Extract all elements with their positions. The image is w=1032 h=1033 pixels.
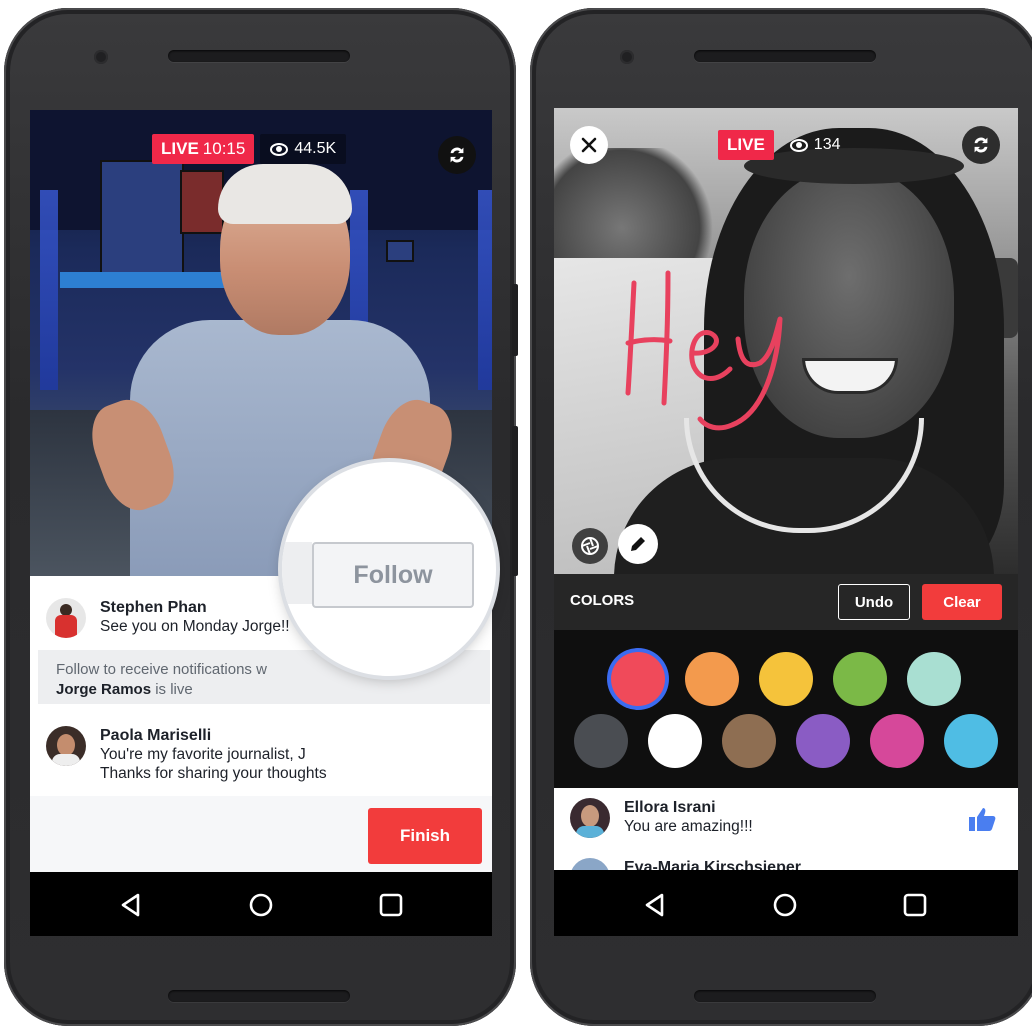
color-swatch-orange[interactable] (685, 652, 739, 706)
home-icon[interactable] (248, 892, 274, 918)
right-screen: LIVE 134 COLORS Undo Clear Ellora Israni… (554, 108, 1018, 936)
color-swatch-blue[interactable] (944, 714, 998, 768)
comment-text: See you on Monday Jorge!! (100, 618, 290, 635)
comment-text: Thanks for sharing your thoughts (100, 765, 327, 782)
hey-drawing (625, 270, 783, 431)
rotate-arrows-icon (974, 137, 988, 153)
color-swatch-brown[interactable] (722, 714, 776, 768)
rotate-arrows-icon (450, 147, 464, 163)
color-swatch-green[interactable] (833, 652, 887, 706)
live-badge: LIVE 10:15 (152, 134, 255, 164)
android-nav-bar (30, 874, 492, 936)
live-badge: LIVE (718, 130, 774, 160)
avatar (46, 726, 86, 766)
home-icon[interactable] (772, 892, 798, 918)
viewer-count: 134 (780, 130, 851, 160)
eye-icon (789, 138, 808, 152)
presenter-hair (218, 164, 352, 224)
close-button[interactable] (570, 126, 608, 164)
volume-button (512, 426, 518, 576)
comment-text: You're my favorite journalist, J (100, 746, 306, 763)
finish-button[interactable]: Finish (368, 808, 482, 864)
close-icon (581, 137, 597, 153)
back-icon[interactable] (642, 892, 668, 918)
live-selfie-video (554, 108, 1018, 574)
drawing-toolbar: COLORS Undo Clear (554, 574, 1018, 630)
aperture-icon (581, 537, 599, 555)
comment-item: Ellora Israni You are amazing!!! (570, 798, 753, 838)
live-label: LIVE (727, 135, 765, 154)
color-swatch-purple[interactable] (796, 714, 850, 768)
follow-notice-text: Follow to receive notifications w (56, 661, 267, 678)
follow-notice-suffix: is live (151, 681, 193, 698)
avatar (570, 858, 610, 870)
android-nav-bar (554, 874, 1018, 936)
live-time: 10:15 (202, 139, 246, 158)
colors-label: COLORS (570, 592, 635, 609)
right-phone: LIVE 134 COLORS Undo Clear Ellora Israni… (530, 8, 1032, 1026)
front-camera (94, 50, 108, 64)
color-swatch-white[interactable] (648, 714, 702, 768)
viewer-count: 44.5K (260, 134, 347, 164)
switch-camera-button[interactable] (438, 136, 476, 174)
left-phone: LIVE 10:15 44.5K Stephen Phan See you on … (4, 8, 518, 1026)
comment-item: Stephen Phan See you on Monday Jorge!! (46, 598, 290, 638)
comment-author: Ellora Israni (624, 799, 716, 816)
clear-button[interactable]: Clear (922, 584, 1002, 620)
viewer-count-value: 134 (813, 136, 841, 153)
studio-light (478, 190, 492, 390)
comment-author: Paola Mariselli (100, 727, 212, 744)
comment-item: Paola Mariselli You're my favorite journ… (46, 726, 327, 783)
comments-panel: Ellora Israni You are amazing!!! Eva-Mar… (554, 788, 1018, 870)
bottom-action-bar: Finish (30, 796, 492, 872)
comment-author: Stephen Phan (100, 599, 207, 616)
follow-magnifier: Follow (282, 462, 496, 676)
recent-apps-icon[interactable] (378, 892, 404, 918)
comment-text: You are amazing!!! (624, 818, 753, 835)
undo-button[interactable]: Undo (838, 584, 910, 620)
switch-camera-button[interactable] (962, 126, 1000, 164)
live-indicator: LIVE 134 (718, 130, 851, 160)
top-speaker (694, 50, 876, 62)
color-swatch-gray[interactable] (574, 714, 628, 768)
color-palette (554, 630, 1018, 788)
follow-button[interactable]: Follow (312, 542, 474, 608)
front-camera (620, 50, 634, 64)
power-button (512, 284, 518, 356)
color-swatch-red[interactable] (611, 652, 665, 706)
bottom-speaker (168, 990, 350, 1002)
color-swatch-pink[interactable] (870, 714, 924, 768)
follow-notice-name: Jorge Ramos (56, 681, 152, 698)
eye-icon (270, 142, 289, 156)
viewer-count-value: 44.5K (294, 140, 337, 157)
comment-author: Eva-Maria Kirschsieper (624, 859, 801, 870)
recent-apps-icon[interactable] (902, 892, 928, 918)
studio-light (40, 190, 58, 390)
avatar (570, 798, 610, 838)
comment-item: Eva-Maria Kirschsieper (570, 858, 801, 870)
pencil-icon (631, 537, 645, 551)
bottom-speaker (694, 990, 876, 1002)
color-swatch-yellow[interactable] (759, 652, 813, 706)
top-speaker (168, 50, 350, 62)
thumbs-up-icon[interactable] (968, 806, 996, 832)
shutter-effects-button[interactable] (572, 528, 608, 564)
draw-button[interactable] (618, 524, 658, 564)
avatar (46, 598, 86, 638)
live-label: LIVE (161, 139, 199, 158)
back-icon[interactable] (118, 892, 144, 918)
live-indicator: LIVE 10:15 44.5K (152, 134, 347, 164)
color-swatch-mint[interactable] (907, 652, 961, 706)
